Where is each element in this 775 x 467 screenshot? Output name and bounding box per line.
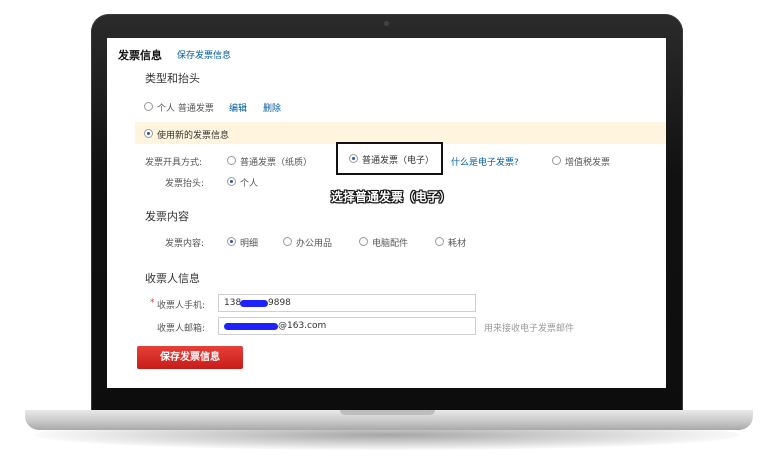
receiver-email-label: 收票人邮箱: <box>157 324 206 334</box>
annotation-caption: 选择普通发票（电子） <box>331 190 452 204</box>
content-pc-parts-label: 电脑配件 <box>372 239 409 249</box>
content-supplies-radio[interactable] <box>435 237 444 246</box>
new-invoice-radio[interactable] <box>144 129 153 138</box>
required-mark: * <box>150 298 155 308</box>
content-supplies-label: 耗材 <box>448 239 467 249</box>
electronic-invoice-label: 普通发票（电子） <box>362 156 435 166</box>
receiver-phone-input[interactable]: 138 9898 <box>218 294 476 312</box>
invoice-title-label: 发票抬头: <box>165 179 205 189</box>
page-title: 发票信息 <box>118 49 162 62</box>
email-hint: 用来接收电子发票邮件 <box>484 324 575 334</box>
invoice-method-label: 发票开具方式: <box>145 158 203 168</box>
saved-invoice-radio[interactable] <box>144 102 153 111</box>
what-is-electronic-invoice-link[interactable]: 什么是电子发票? <box>451 155 519 168</box>
saved-invoice-label: 个人 普通发票 <box>157 104 214 114</box>
receiver-section-title: 收票人信息 <box>145 272 200 285</box>
personal-title-radio[interactable] <box>227 177 236 186</box>
paper-invoice-label: 普通发票（纸质） <box>240 158 313 168</box>
email-suffix: @163.com <box>278 321 327 331</box>
invoice-content-label: 发票内容: <box>165 239 205 249</box>
vat-invoice-radio[interactable] <box>552 156 561 165</box>
phone-suffix: 9898 <box>268 298 291 308</box>
new-invoice-label: 使用新的发票信息 <box>157 131 230 141</box>
electronic-invoice-radio[interactable] <box>349 154 358 163</box>
laptop-camera <box>384 21 389 26</box>
content-office-label: 办公用品 <box>296 239 333 249</box>
personal-title-value: 个人 <box>240 179 259 189</box>
delete-link[interactable]: 删除 <box>263 101 281 114</box>
laptop-notch <box>340 410 435 415</box>
content-pc-parts-radio[interactable] <box>359 237 368 246</box>
invoice-form-screen: 发票信息 保存发票信息 类型和抬头 个人 普通发票 编辑 删除 使用新的发票信息… <box>107 38 666 388</box>
paper-invoice-radio[interactable] <box>227 156 236 165</box>
phone-prefix: 138 <box>224 298 242 308</box>
edit-link[interactable]: 编辑 <box>229 101 247 114</box>
save-invoice-link[interactable]: 保存发票信息 <box>177 48 231 61</box>
email-redaction <box>224 323 278 330</box>
phone-redaction <box>240 300 268 307</box>
receiver-email-input[interactable]: @163.com <box>218 317 476 335</box>
receiver-phone-label: 收票人手机: <box>157 301 206 311</box>
content-detail-radio[interactable] <box>227 237 236 246</box>
vat-invoice-label: 增值税发票 <box>565 158 611 168</box>
content-detail-label: 明细 <box>240 239 259 249</box>
content-office-radio[interactable] <box>283 237 292 246</box>
save-invoice-button[interactable]: 保存发票信息 <box>137 346 243 369</box>
type-section-title: 类型和抬头 <box>145 72 200 85</box>
content-section-title: 发票内容 <box>145 210 189 223</box>
